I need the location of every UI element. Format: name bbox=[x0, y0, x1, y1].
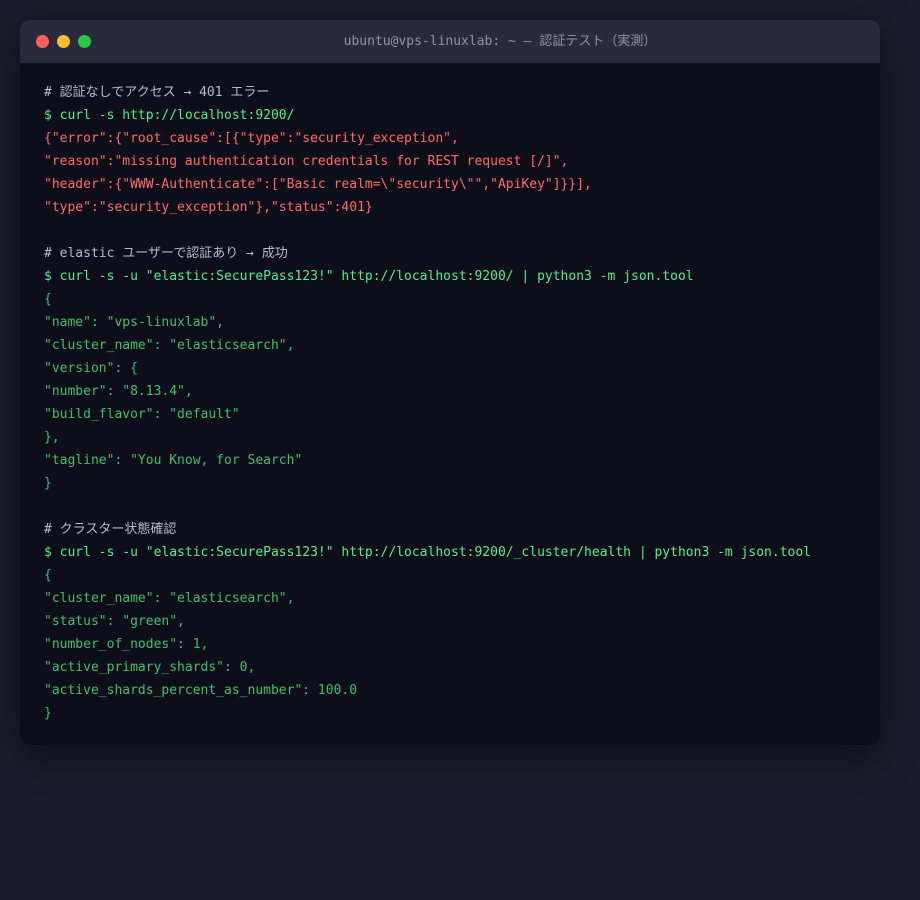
command-line: $ curl -s http://localhost:9200/ bbox=[44, 108, 295, 123]
title-bar: ubuntu@vps-linuxlab: ~ — 認証テスト（実測） bbox=[20, 20, 880, 63]
error-output-line: {"error":{"root_cause":[{"type":"securit… bbox=[44, 131, 459, 146]
json-output-line: "cluster_name": "elasticsearch", bbox=[44, 591, 295, 606]
json-output-line: "version": { bbox=[44, 361, 138, 376]
json-output-line: "tagline": "You Know, for Search" bbox=[44, 453, 303, 468]
error-output-line: "reason":"missing authentication credent… bbox=[44, 154, 569, 169]
json-output-line: } bbox=[44, 706, 52, 721]
json-output-line: "active_shards_percent_as_number": 100.0 bbox=[44, 683, 358, 698]
json-output-line: } bbox=[44, 476, 52, 491]
json-output-line: "cluster_name": "elasticsearch", bbox=[44, 338, 295, 353]
json-output-line: "number_of_nodes": 1, bbox=[44, 637, 209, 652]
terminal-output[interactable]: # 認証なしでアクセス → 401 エラー $ curl -s http://l… bbox=[20, 63, 880, 725]
json-output-line: "name": "vps-linuxlab", bbox=[44, 315, 225, 330]
json-output-line: "build_flavor": "default" bbox=[44, 407, 240, 422]
json-output-line: { bbox=[44, 292, 52, 307]
json-output-line: }, bbox=[44, 430, 60, 445]
terminal-window: ubuntu@vps-linuxlab: ~ — 認証テスト（実測） # 認証な… bbox=[20, 20, 880, 745]
json-output-line: "active_primary_shards": 0, bbox=[44, 660, 256, 675]
comment-line: # 認証なしでアクセス → 401 エラー bbox=[44, 85, 270, 100]
command-line: $ curl -s -u "elastic:SecurePass123!" ht… bbox=[44, 269, 694, 284]
json-output-line: "status": "green", bbox=[44, 614, 185, 629]
json-output-line: { bbox=[44, 568, 52, 583]
error-output-line: "type":"security_exception"},"status":40… bbox=[44, 200, 373, 215]
command-line: $ curl -s -u "elastic:SecurePass123!" ht… bbox=[44, 545, 812, 560]
window-title: ubuntu@vps-linuxlab: ~ — 認証テスト（実測） bbox=[343, 34, 657, 49]
comment-line: # elastic ユーザーで認証あり → 成功 bbox=[44, 246, 288, 261]
error-output-line: "header":{"WWW-Authenticate":["Basic rea… bbox=[44, 177, 592, 192]
json-output-line: "number": "8.13.4", bbox=[44, 384, 193, 399]
comment-line: # クラスター状態確認 bbox=[44, 522, 177, 537]
